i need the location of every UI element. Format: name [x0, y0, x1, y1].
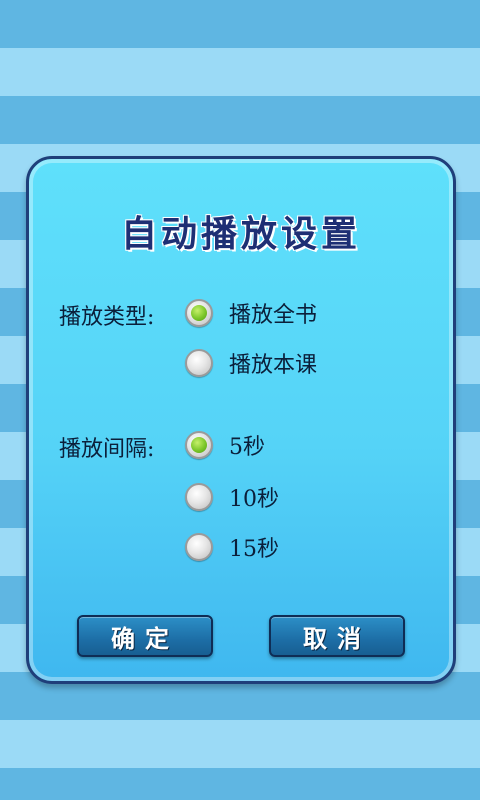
confirm-button[interactable]: 确定: [77, 615, 213, 657]
play-type-option-this-lesson[interactable]: 播放本课: [185, 347, 317, 379]
interval-option-15s[interactable]: 15秒: [185, 531, 279, 563]
play-interval-label: 播放间隔:: [59, 437, 155, 462]
play-type-option-full-book[interactable]: 播放全书: [185, 297, 317, 329]
auto-play-settings-dialog: 自动播放设置 播放类型: 播放全书 播放本课 播放间隔: 5秒 10秒 15秒 …: [26, 156, 456, 684]
play-type-option-label: 播放本课: [229, 353, 318, 378]
interval-option-5s[interactable]: 5秒: [185, 429, 265, 461]
interval-option-label: 10秒: [229, 487, 279, 512]
dialog-title: 自动播放设置: [120, 214, 361, 255]
radio-unchecked-icon[interactable]: [185, 483, 213, 511]
radio-checked-icon[interactable]: [185, 431, 213, 459]
play-type-label: 播放类型:: [59, 305, 155, 330]
play-type-option-label: 播放全书: [229, 303, 318, 328]
radio-unchecked-icon[interactable]: [185, 533, 213, 561]
radio-checked-icon[interactable]: [185, 299, 213, 327]
interval-option-label: 5秒: [229, 435, 265, 460]
interval-option-label: 15秒: [229, 537, 279, 562]
radio-unchecked-icon[interactable]: [185, 349, 213, 377]
cancel-button[interactable]: 取消: [269, 615, 405, 657]
interval-option-10s[interactable]: 10秒: [185, 481, 279, 513]
